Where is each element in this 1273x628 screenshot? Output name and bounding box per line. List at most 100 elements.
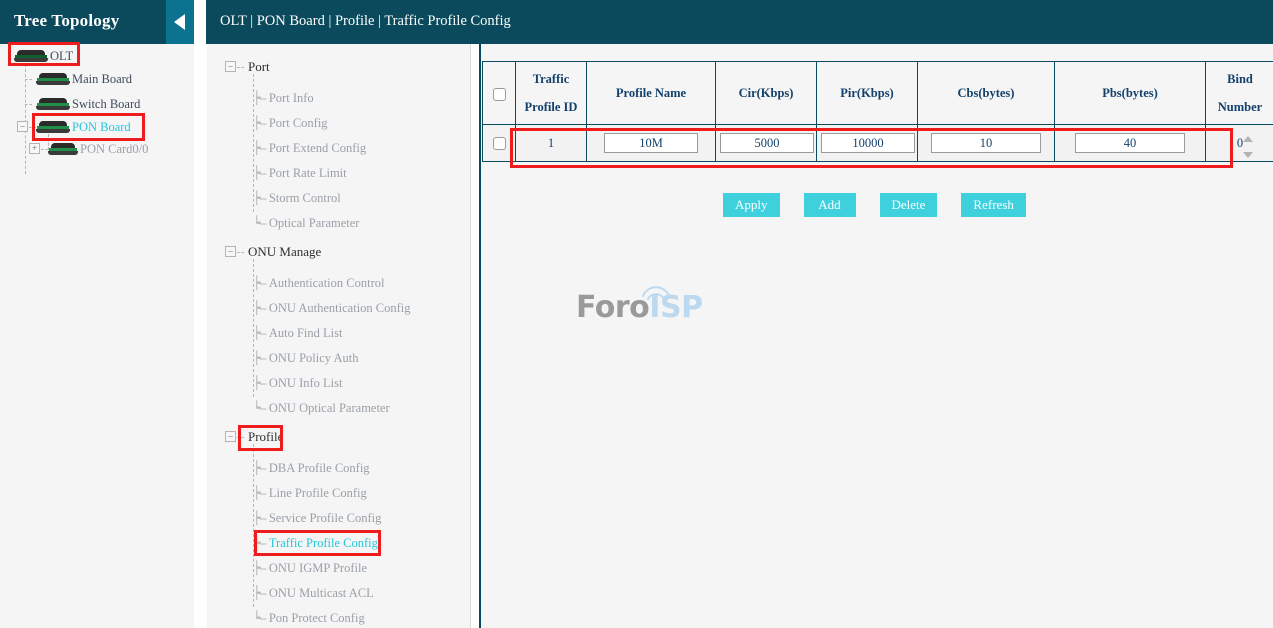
sidebar-title: Tree Topology: [14, 11, 119, 31]
nav-group-onu-manage[interactable]: ONU Manage: [245, 244, 321, 260]
device-board-icon: [36, 73, 70, 86]
nav-branch-icon: ┝--: [253, 140, 266, 156]
tree-node-switch-board[interactable]: Switch Board: [36, 94, 140, 114]
apply-button[interactable]: Apply: [723, 193, 780, 217]
nav-branch-icon: ┝--: [253, 115, 266, 131]
tree-node-main-board[interactable]: Main Board: [36, 69, 132, 89]
tree-node-pon-board[interactable]: PON Board: [36, 117, 131, 137]
tree-node-olt[interactable]: OLT: [14, 46, 73, 66]
cell-bind-number: 0: [1206, 125, 1273, 162]
device-board-icon: [36, 98, 70, 111]
nav-item-onu-authentication-config[interactable]: ┝--ONU Authentication Config: [253, 300, 411, 316]
sidebar-header: Tree Topology: [0, 0, 194, 44]
traffic-profile-table-wrapper: Traffic Profile ID Profile Name Cir(Kbps…: [482, 61, 1239, 162]
nav-item-label: ONU Info List: [269, 376, 343, 390]
nav-branch-icon: ┕--: [253, 610, 266, 626]
triangle-left-icon: [174, 14, 185, 30]
tree-expander-pon-board[interactable]: –: [17, 121, 28, 132]
tree-node-pon-card[interactable]: PON Card0/0: [48, 139, 148, 159]
nav-item-label: Auto Find List: [269, 326, 343, 340]
nav-item-label: Port Config: [269, 116, 328, 130]
nav-item-label: Authentication Control: [269, 276, 385, 290]
pbs-input[interactable]: [1075, 133, 1185, 153]
nav-branch-icon: ┝--: [253, 300, 266, 316]
nav-item-port-info[interactable]: ┝--Port Info: [253, 90, 314, 106]
nav-item-port-rate-limit[interactable]: ┝--Port Rate Limit: [253, 165, 347, 181]
device-olt-icon: [14, 50, 48, 63]
nav-branch-icon: ┝--: [253, 460, 266, 476]
nav-item-pon-protect-config[interactable]: ┕--Pon Protect Config: [253, 610, 365, 626]
nav-item-dba-profile-config[interactable]: ┝--DBA Profile Config: [253, 460, 370, 476]
tree-connector: [41, 149, 48, 150]
nav-item-onu-optical-parameter[interactable]: ┕--ONU Optical Parameter: [253, 400, 390, 416]
tree-node-label: Switch Board: [72, 97, 140, 112]
add-button[interactable]: Add: [804, 193, 856, 217]
nav-group-port[interactable]: Port: [245, 59, 270, 75]
cell-profile-name: [587, 125, 716, 162]
nav-item-label: Port Info: [269, 91, 314, 105]
tree-node-label: PON Card0/0: [80, 142, 148, 157]
triangle-down-icon[interactable]: [1243, 152, 1253, 158]
nav-branch-icon: ┕--: [253, 215, 266, 231]
wifi-signal-icon: [639, 284, 673, 302]
cir-input[interactable]: [720, 133, 814, 153]
pir-input[interactable]: [821, 133, 915, 153]
traffic-profile-table: Traffic Profile ID Profile Name Cir(Kbps…: [482, 61, 1273, 162]
nav-branch-icon: ┝--: [253, 190, 266, 206]
nav-item-label: Optical Parameter: [269, 216, 360, 230]
nav-branch-icon: ┝--: [253, 485, 266, 501]
nav-item-onu-igmp-profile[interactable]: ┝--ONU IGMP Profile: [253, 560, 367, 576]
table-header-row: Traffic Profile ID Profile Name Cir(Kbps…: [483, 62, 1273, 125]
nav-item-port-config[interactable]: ┝--Port Config: [253, 115, 328, 131]
nav-branch-icon: ┝--: [253, 350, 266, 366]
nav-item-authentication-control[interactable]: ┝--Authentication Control: [253, 275, 384, 291]
nav-expander-port[interactable]: –: [225, 61, 236, 72]
nav-expander-profile[interactable]: –: [225, 431, 236, 442]
refresh-button[interactable]: Refresh: [961, 193, 1025, 217]
nav-item-line-profile-config[interactable]: ┝--Line Profile Config: [253, 485, 367, 501]
nav-branch-icon: ┝--: [253, 535, 266, 551]
nav-item-optical-parameter[interactable]: ┕--Optical Parameter: [253, 215, 359, 231]
nav-item-traffic-profile-config[interactable]: ┝--Traffic Profile Config: [253, 535, 378, 551]
triangle-up-icon[interactable]: [1243, 136, 1253, 142]
breadcrumb: OLT | PON Board | Profile | Traffic Prof…: [220, 13, 511, 30]
nav-item-label: Line Profile Config: [269, 486, 367, 500]
select-all-checkbox[interactable]: [493, 88, 506, 101]
table-scrollbar[interactable]: [1241, 132, 1255, 168]
delete-button[interactable]: Delete: [880, 193, 938, 217]
column-header-cir: Cir(Kbps): [716, 62, 817, 125]
table-row: 1 0: [483, 125, 1273, 162]
nav-item-service-profile-config[interactable]: ┝--Service Profile Config: [253, 510, 381, 526]
nav-item-storm-control[interactable]: ┝--Storm Control: [253, 190, 341, 206]
cbs-input[interactable]: [931, 133, 1041, 153]
cell-cir: [716, 125, 817, 162]
nav-group-profile[interactable]: Profile: [245, 429, 283, 445]
column-header-bind-number: Bind Number: [1206, 62, 1273, 125]
nav-branch-icon: ┝--: [253, 375, 266, 391]
nav-item-label: Pon Protect Config: [269, 611, 365, 625]
nav-item-onu-policy-auth[interactable]: ┝--ONU Policy Auth: [253, 350, 358, 366]
nav-item-label: ONU Authentication Config: [269, 301, 411, 315]
nav-connector: [237, 252, 244, 253]
nav-item-port-extend-config[interactable]: ┝--Port Extend Config: [253, 140, 366, 156]
nav-item-label: Port Extend Config: [269, 141, 366, 155]
cell-pbs: [1055, 125, 1206, 162]
nav-item-label: ONU Optical Parameter: [269, 401, 390, 415]
nav-item-label: Traffic Profile Config: [269, 536, 378, 550]
nav-connector: [237, 67, 244, 68]
row-select-checkbox[interactable]: [493, 137, 506, 150]
nav-item-onu-multicast-acl[interactable]: ┝--ONU Multicast ACL: [253, 585, 374, 601]
device-board-icon: [36, 121, 70, 134]
nav-branch-icon: ┝--: [253, 560, 266, 576]
column-header-pbs: Pbs(bytes): [1055, 62, 1206, 125]
tree-connector: [25, 79, 32, 80]
tree-connector: [25, 64, 26, 174]
nav-branch-icon: ┝--: [253, 165, 266, 181]
tree-expander-pon-card[interactable]: +: [29, 143, 40, 154]
nav-item-onu-info-list[interactable]: ┝--ONU Info List: [253, 375, 342, 391]
sidebar-collapse-button[interactable]: [166, 0, 194, 44]
nav-item-auto-find-list[interactable]: ┝--Auto Find List: [253, 325, 342, 341]
tree-connector: [25, 104, 32, 105]
profile-name-input[interactable]: [604, 133, 698, 153]
nav-expander-onu-manage[interactable]: –: [225, 246, 236, 257]
